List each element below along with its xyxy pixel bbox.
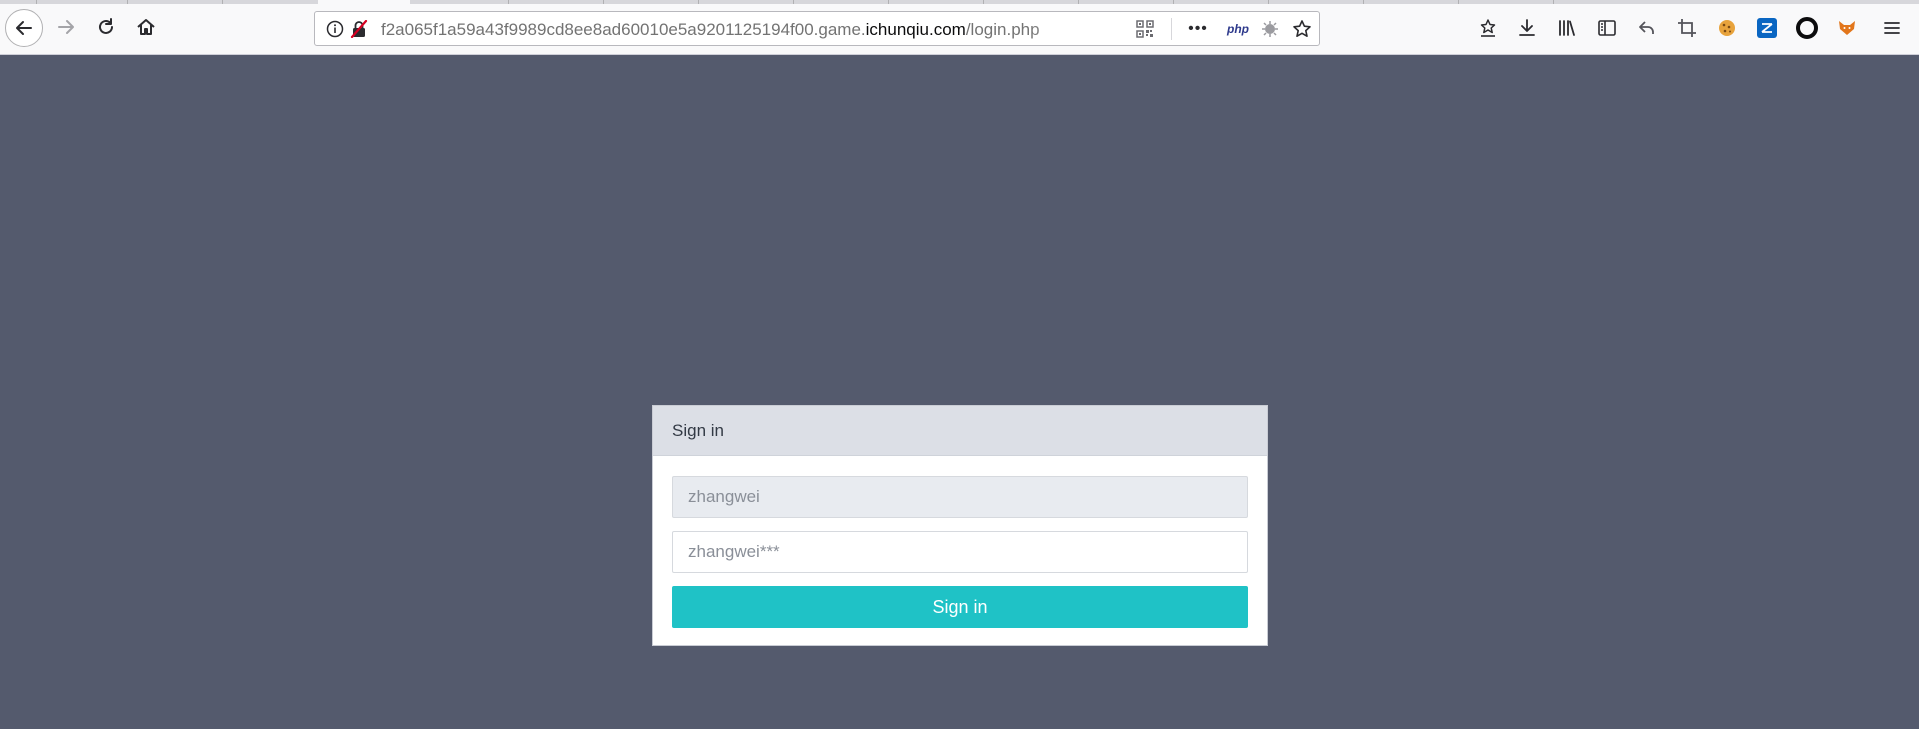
insecure-lock-icon[interactable] [348, 18, 370, 40]
zhihu-extension-icon[interactable] [1755, 16, 1779, 40]
home-icon [137, 19, 155, 35]
arrow-left-icon [16, 21, 32, 35]
circle-extension-icon[interactable] [1795, 16, 1819, 40]
php-extension-icon[interactable]: php [1218, 18, 1258, 40]
undo-icon[interactable] [1635, 16, 1659, 40]
fox-extension-icon[interactable] [1835, 16, 1859, 40]
info-icon[interactable] [324, 18, 346, 40]
login-card: Sign in Sign in [652, 405, 1268, 646]
hamburger-menu-icon[interactable] [1880, 16, 1904, 40]
download-icon[interactable] [1515, 16, 1539, 40]
bookmark-star-icon[interactable] [1291, 18, 1313, 40]
page-actions-icon[interactable]: ••• [1187, 18, 1209, 40]
active-tab[interactable] [318, 0, 410, 4]
browser-toolbar: f2a065f1a59a43f9989cd8ee8ad60010e5a92011… [0, 0, 1919, 55]
reading-list-icon[interactable] [1476, 16, 1500, 40]
username-field[interactable] [672, 476, 1248, 518]
url-bar-divider [1171, 18, 1172, 40]
back-button[interactable] [5, 9, 43, 47]
arrow-right-icon [58, 20, 74, 34]
url-text[interactable]: f2a065f1a59a43f9989cd8ee8ad60010e5a92011… [381, 19, 1101, 40]
qr-code-icon[interactable] [1134, 18, 1156, 40]
login-card-title: Sign in [653, 406, 1267, 456]
reload-button[interactable] [89, 10, 123, 44]
url-bar[interactable]: f2a065f1a59a43f9989cd8ee8ad60010e5a92011… [314, 11, 1320, 46]
reload-icon [99, 18, 113, 34]
cookie-icon[interactable] [1715, 16, 1739, 40]
tab-strip[interactable] [0, 0, 1919, 4]
bug-icon[interactable] [1259, 18, 1281, 40]
sign-in-button[interactable]: Sign in [672, 586, 1248, 628]
crop-icon[interactable] [1675, 16, 1699, 40]
home-button[interactable] [129, 10, 163, 44]
password-field[interactable] [672, 531, 1248, 573]
forward-button[interactable] [49, 10, 83, 44]
sidebar-icon[interactable] [1595, 16, 1619, 40]
library-icon[interactable] [1555, 16, 1579, 40]
